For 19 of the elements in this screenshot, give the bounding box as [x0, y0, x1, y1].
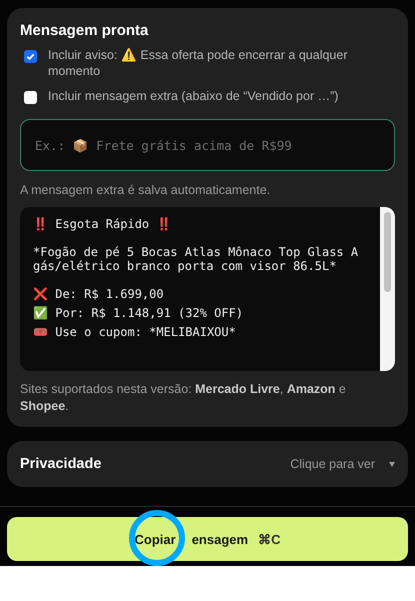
message-line: ‼ Esgota Rápido ‼ — [33, 217, 172, 231]
scrollbar-thumb[interactable] — [384, 212, 391, 292]
message-line: ❌ De: R$ 1.699,00 — [33, 287, 165, 301]
privacy-toggle[interactable]: Privacidade Clique para ver — [7, 441, 408, 487]
checkbox[interactable] — [24, 91, 37, 104]
hint-text: A mensagem extra é salva automaticamente. — [20, 183, 272, 197]
message-preview-field[interactable]: ‼ Esgota Rápido ‼ *Fogão de pé 5 Bocas Atlas Mônaco Top Glass A gás/elétrico branco porta com visor 86.5L* ❌ De: R$ 1.699,00 ✅ Por: R$ 1.148,91 (32% OFF) 🎟 Use o cupom: *MELIBAIXOU* — [20, 207, 395, 371]
supported-sites-text: Sites suportados nesta versão: Mercado Livre, Amazon e Shopee. — [20, 381, 347, 415]
extra-message-field[interactable]: Ex.: 📦 Frete grátis acima de R$99 — [20, 119, 395, 171]
message-line: 🎟 Use o cupom: *MELIBAIXOU* — [33, 325, 237, 339]
checkbox-label: Incluir aviso: ⚠ Essa oferta pode encerrar a qualquer momento — [48, 47, 348, 79]
checkbox-label: Incluir mensagem extra (abaixo de “Vendido por …”) — [48, 88, 338, 104]
message-line: ✅ Por: R$ 1.148,91 (32% OFF) — [33, 306, 244, 320]
click-indicator — [129, 510, 185, 566]
section-title: Mensagem pronta — [20, 22, 150, 39]
extra-message-input[interactable]: Ex.: 📦 Frete grátis acima de R$99 — [33, 136, 382, 154]
message-line: *Fogão de pé 5 Bocas Atlas Mônaco Top Glass A gás/elétrico branco porta com visor 86.5L* — [33, 245, 360, 273]
checkbox[interactable] — [24, 50, 37, 63]
copy-button[interactable]: Copiar ensagem ⌘C — [7, 517, 408, 561]
